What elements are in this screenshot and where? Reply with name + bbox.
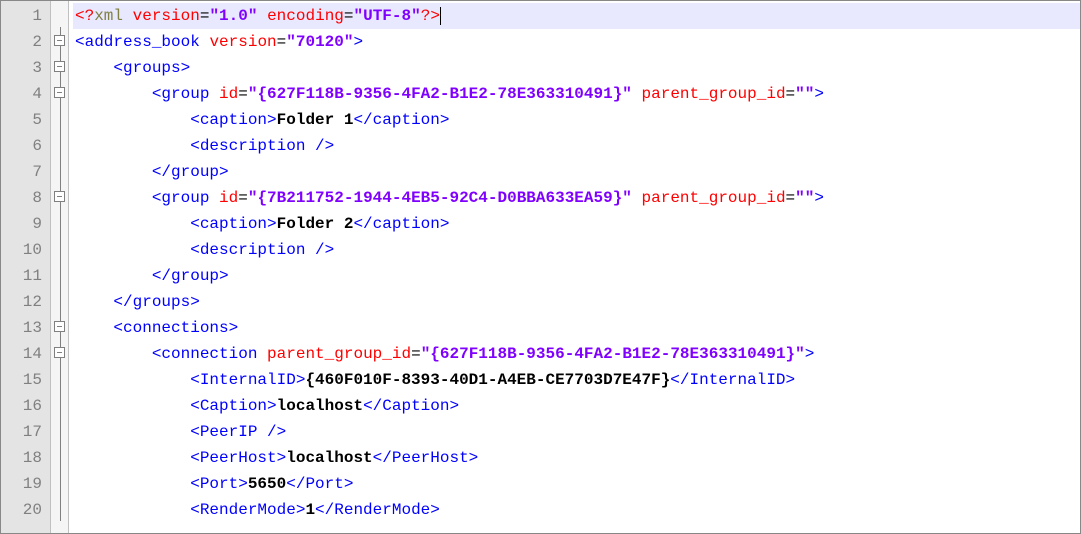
code-line[interactable]: <description /> — [73, 237, 1080, 263]
fold-slot[interactable] — [51, 1, 68, 27]
line-number: 19 — [5, 471, 42, 497]
fold-slot[interactable] — [51, 339, 68, 365]
code-line[interactable]: <address_book version="70120"> — [73, 29, 1080, 55]
fold-slot[interactable] — [51, 469, 68, 495]
fold-slot[interactable] — [51, 183, 68, 209]
line-number: 7 — [5, 159, 42, 185]
code-line[interactable]: <connection parent_group_id="{627F118B-9… — [73, 341, 1080, 367]
code-line[interactable]: <InternalID>{460F010F-8393-40D1-A4EB-CE7… — [73, 367, 1080, 393]
fold-slot[interactable] — [51, 417, 68, 443]
line-number: 17 — [5, 419, 42, 445]
code-line[interactable]: </groups> — [73, 289, 1080, 315]
code-line[interactable]: <caption>Folder 1</caption> — [73, 107, 1080, 133]
code-editor[interactable]: 1234567891011121314151617181920 <?xml ve… — [0, 0, 1081, 534]
line-number: 9 — [5, 211, 42, 237]
fold-slot[interactable] — [51, 313, 68, 339]
fold-slot[interactable] — [51, 27, 68, 53]
line-number: 16 — [5, 393, 42, 419]
fold-slot[interactable] — [51, 53, 68, 79]
line-number: 8 — [5, 185, 42, 211]
fold-slot[interactable] — [51, 79, 68, 105]
fold-toggle-icon[interactable] — [54, 35, 65, 46]
fold-slot[interactable] — [51, 495, 68, 521]
code-line[interactable]: <group id="{7B211752-1944-4EB5-92C4-D0BB… — [73, 185, 1080, 211]
fold-toggle-icon[interactable] — [54, 87, 65, 98]
fold-toggle-icon[interactable] — [54, 61, 65, 72]
code-line[interactable]: <PeerHost>localhost</PeerHost> — [73, 445, 1080, 471]
code-line[interactable]: <description /> — [73, 133, 1080, 159]
code-line[interactable]: <PeerIP /> — [73, 419, 1080, 445]
line-number: 5 — [5, 107, 42, 133]
code-line[interactable]: <?xml version="1.0" encoding="UTF-8"?> — [73, 3, 1080, 29]
line-number: 12 — [5, 289, 42, 315]
line-number: 11 — [5, 263, 42, 289]
code-line[interactable]: <group id="{627F118B-9356-4FA2-B1E2-78E3… — [73, 81, 1080, 107]
line-number: 4 — [5, 81, 42, 107]
code-line[interactable]: </group> — [73, 263, 1080, 289]
fold-slot[interactable] — [51, 261, 68, 287]
line-number: 20 — [5, 497, 42, 523]
fold-slot[interactable] — [51, 157, 68, 183]
code-line[interactable]: <Caption>localhost</Caption> — [73, 393, 1080, 419]
fold-margin[interactable] — [51, 1, 69, 533]
line-number: 13 — [5, 315, 42, 341]
fold-toggle-icon[interactable] — [54, 321, 65, 332]
fold-slot[interactable] — [51, 391, 68, 417]
line-number: 1 — [5, 3, 42, 29]
code-line[interactable]: <RenderMode>1</RenderMode> — [73, 497, 1080, 523]
line-number: 10 — [5, 237, 42, 263]
fold-toggle-icon[interactable] — [54, 191, 65, 202]
line-number: 14 — [5, 341, 42, 367]
code-line[interactable]: <groups> — [73, 55, 1080, 81]
line-number-gutter: 1234567891011121314151617181920 — [1, 1, 51, 533]
fold-slot[interactable] — [51, 443, 68, 469]
fold-slot[interactable] — [51, 209, 68, 235]
line-number: 15 — [5, 367, 42, 393]
code-line[interactable]: <connections> — [73, 315, 1080, 341]
fold-toggle-icon[interactable] — [54, 347, 65, 358]
fold-slot[interactable] — [51, 131, 68, 157]
code-line[interactable]: <Port>5650</Port> — [73, 471, 1080, 497]
line-number: 2 — [5, 29, 42, 55]
fold-slot[interactable] — [51, 365, 68, 391]
fold-slot[interactable] — [51, 287, 68, 313]
code-line[interactable]: <caption>Folder 2</caption> — [73, 211, 1080, 237]
line-number: 18 — [5, 445, 42, 471]
code-line[interactable]: </group> — [73, 159, 1080, 185]
line-number: 6 — [5, 133, 42, 159]
code-area[interactable]: <?xml version="1.0" encoding="UTF-8"?><a… — [69, 1, 1080, 533]
line-number: 3 — [5, 55, 42, 81]
fold-slot[interactable] — [51, 235, 68, 261]
fold-slot[interactable] — [51, 105, 68, 131]
